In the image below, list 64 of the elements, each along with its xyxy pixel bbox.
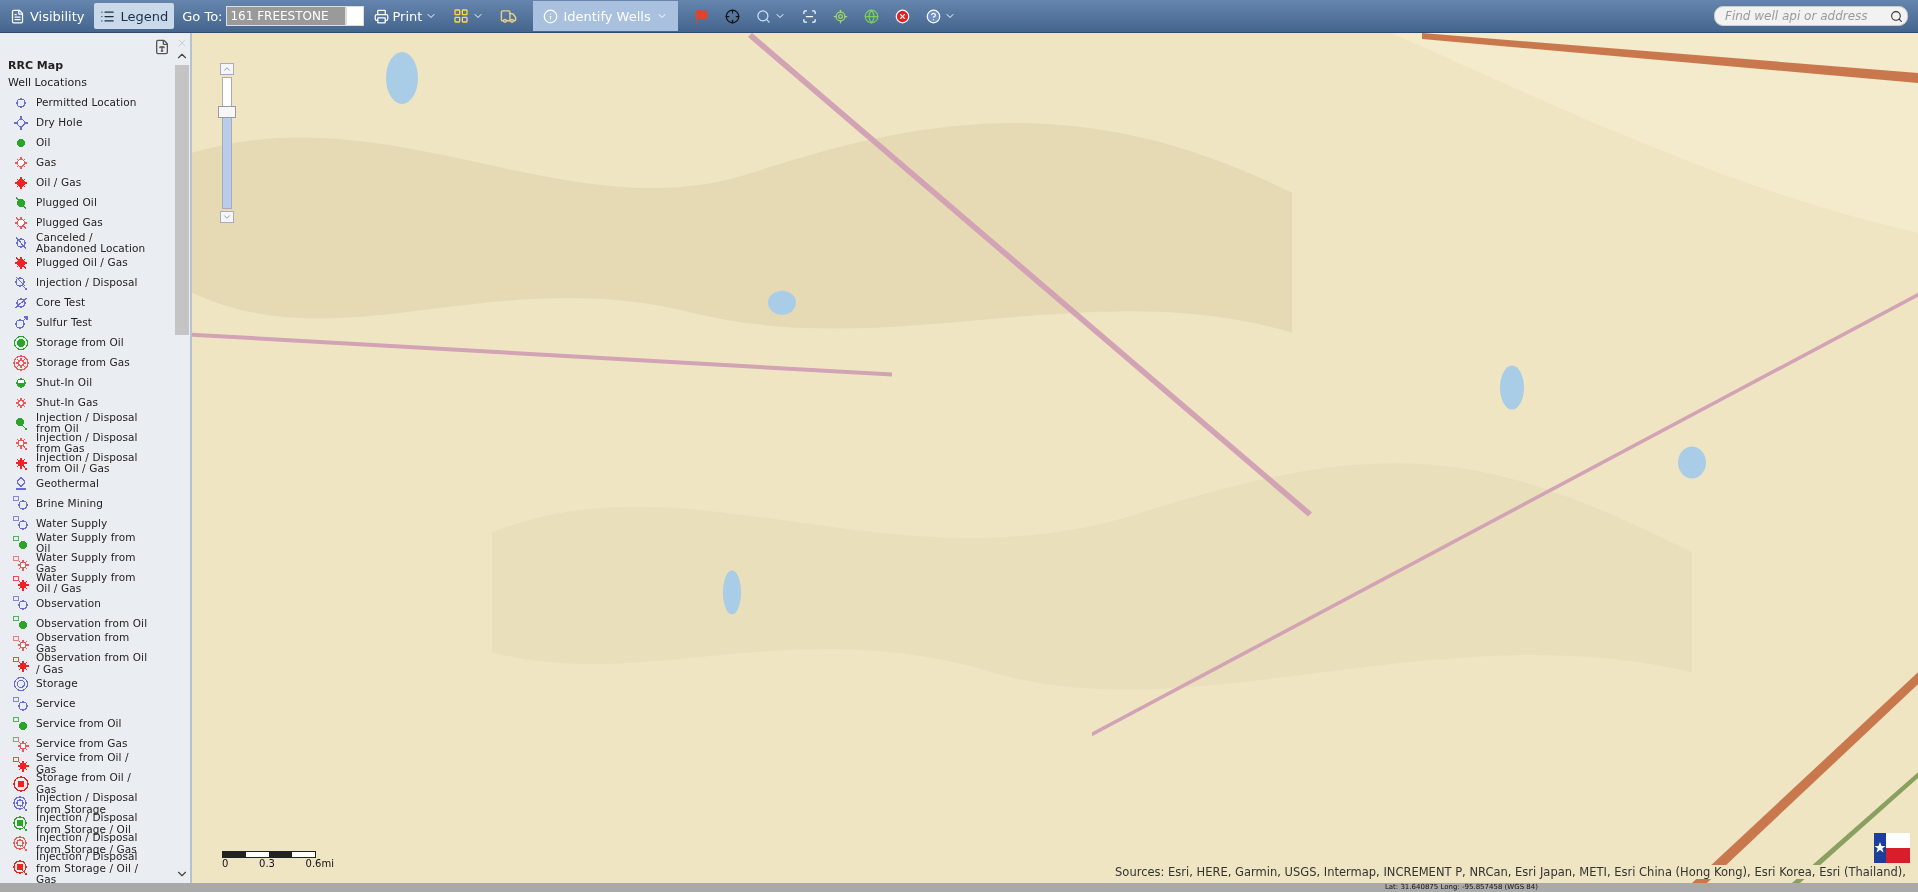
target-icon <box>832 8 848 24</box>
legend-label: Observation from Oil <box>36 617 148 630</box>
legend-label: Permitted Location <box>36 97 138 109</box>
legend-label: Injection / Disposal <box>36 277 139 289</box>
scale-label: 0.3 <box>259 858 275 869</box>
legend-label: Geothermal <box>36 477 100 489</box>
legend-label: Storage from Gas <box>36 357 131 369</box>
legend-label: Shut-In Gas <box>36 397 100 409</box>
pdf-icon[interactable] <box>154 39 170 55</box>
legend-label: Gas <box>36 157 58 169</box>
printer-icon <box>374 8 390 24</box>
legend-label: Oil / Gas <box>36 177 83 189</box>
legend-label: Oil <box>36 137 52 149</box>
legend-group-label: Well Locations <box>8 76 88 89</box>
legend-label: Canceled / Abandoned Location <box>36 231 147 255</box>
scale-label: 0 <box>222 858 229 869</box>
document-icon <box>10 8 25 24</box>
legend-label: Water Supply <box>36 517 109 529</box>
panel-tab[interactable]: Visibility <box>4 3 91 29</box>
legend-label: Service from Oil <box>36 717 123 730</box>
scale-label: 0.6mi <box>305 858 334 869</box>
truck-icon <box>500 7 518 25</box>
legend-label: Dry Hole <box>36 117 84 129</box>
grid-icon <box>453 8 470 24</box>
legend-label: Observation <box>36 597 103 610</box>
legend-label: Plugged Oil / Gas <box>36 257 129 269</box>
legend-label: Core Test <box>36 297 87 309</box>
goto-field-end[interactable] <box>346 6 365 26</box>
legend-label: Water Supply from Oil / Gas <box>36 571 137 595</box>
globe-icon <box>863 8 879 24</box>
goto-label: Go To: <box>182 8 223 24</box>
legend-title: RRC Map <box>8 59 65 72</box>
legend-label: Sulfur Test <box>36 317 94 329</box>
crosshair-icon <box>724 8 740 24</box>
zoom-in-button[interactable] <box>220 63 234 75</box>
legend-label: Brine Mining <box>36 497 104 509</box>
legend-label: Injection / Disposal from Oil / Gas <box>36 451 139 475</box>
list-icon <box>100 8 116 24</box>
legend-label: Storage <box>36 677 79 690</box>
panel-tab[interactable]: Legend <box>94 3 175 29</box>
legend-label: Plugged Gas <box>36 217 104 229</box>
goto-field[interactable]: 161 FREESTONE <box>226 6 347 26</box>
flag-icon <box>693 8 709 24</box>
frame-icon <box>801 8 817 24</box>
close-icon <box>894 8 910 24</box>
print-button[interactable]: Print <box>368 3 444 29</box>
legend-label: Observation from Oil / Gas <box>36 652 148 676</box>
flag-logo-icon <box>1874 833 1910 863</box>
scrollbar-thumb[interactable] <box>175 65 189 335</box>
caret-down-icon <box>222 212 232 222</box>
help-icon <box>925 8 941 24</box>
magnifier-icon <box>755 8 771 24</box>
legend-label: Service <box>36 697 77 710</box>
search-icon[interactable] <box>1890 9 1903 23</box>
legend-label: Shut-In Oil <box>36 377 94 389</box>
info-icon <box>543 8 559 24</box>
search-field[interactable]: Find well api or address <box>1714 6 1908 26</box>
attribution-text: Sources: Esri, HERE, Garmin, USGS, Intermap, INCREMENT P, NRCan, Esri Japan, METI, Esri China (Hong Kong), Esri Korea, Esri (Thailand), <box>1115 865 1906 879</box>
legend-label: Storage from Oil <box>36 337 125 349</box>
legend-label: Plugged Oil <box>36 197 98 209</box>
slider-thumb[interactable] <box>218 106 236 119</box>
legend-label: Service from Gas <box>36 737 129 750</box>
caret-up-icon <box>222 64 232 74</box>
zoom-out-button[interactable] <box>220 211 234 223</box>
